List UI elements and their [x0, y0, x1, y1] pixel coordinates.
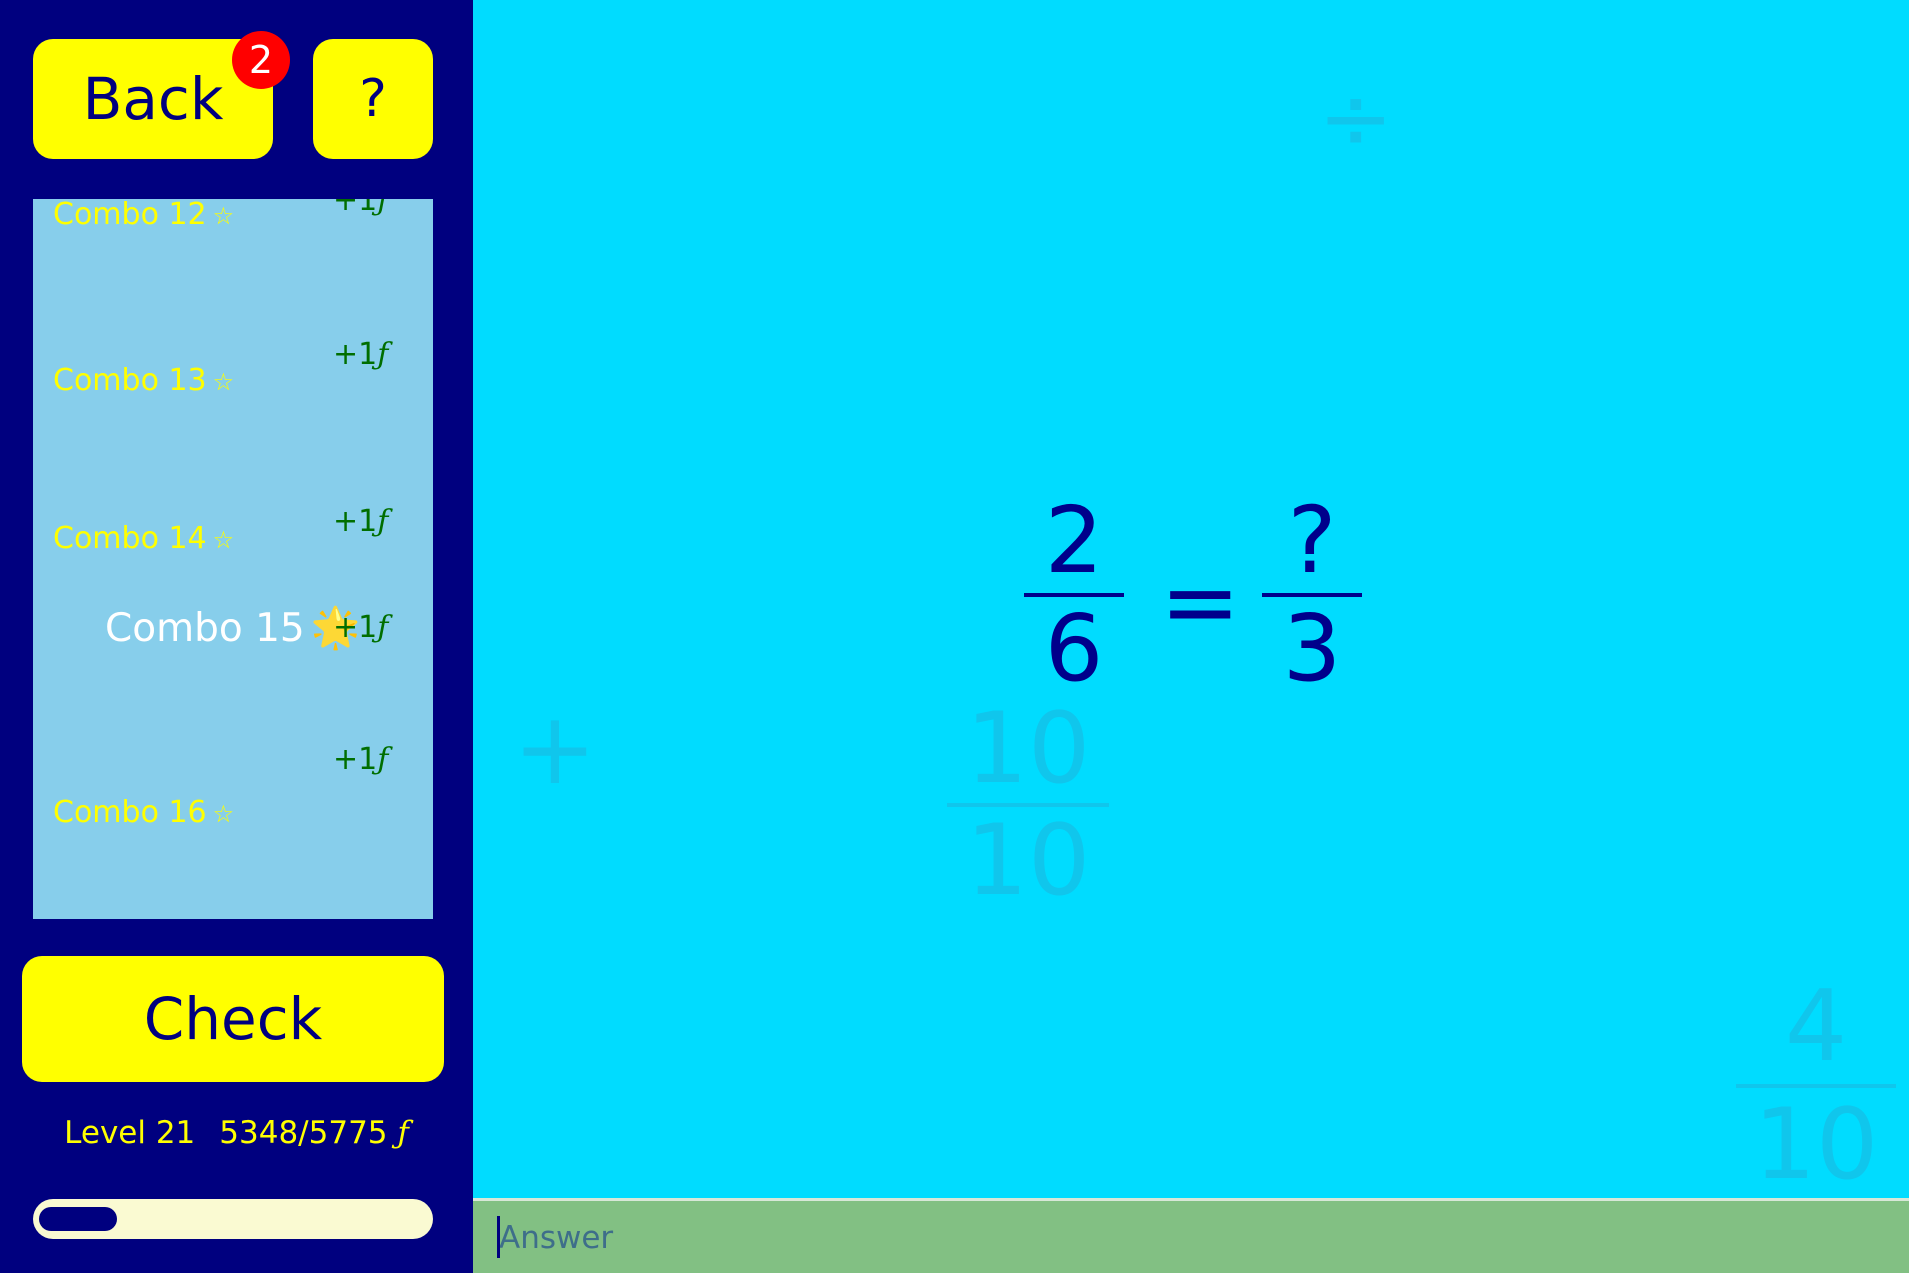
combo-reward: +1ƒ — [333, 504, 389, 539]
combo-label: Combo 13 — [53, 363, 207, 398]
right-fraction: ? 3 — [1262, 495, 1362, 695]
notification-badge: 2 — [232, 31, 290, 89]
combo-log-item-current: Combo 15 🌟 — [105, 604, 361, 651]
combo-label: Combo 15 — [105, 606, 305, 651]
left-denominator: 6 — [1044, 595, 1104, 702]
combo-reward: +1ƒ — [333, 337, 389, 372]
right-numerator: ? — [1287, 487, 1337, 594]
combo-log-item: Combo 14 ☆ — [53, 521, 234, 556]
star-icon: ☆ — [212, 202, 235, 230]
florin-icon: ƒ — [377, 610, 389, 645]
play-area: ÷ + 10 10 4 10 2 6 = ? 3 — [473, 0, 1909, 1200]
xp-progress-text: 5348/5775 ƒ — [219, 1115, 409, 1151]
combo-log: Combo 12 ☆ +1ƒ Combo 13 ☆ +1ƒ Combo 14 ☆ +1… — [33, 199, 433, 919]
combo-label: Combo 14 — [53, 521, 207, 556]
star-icon: ☆ — [212, 526, 235, 554]
check-button[interactable]: Check — [22, 956, 444, 1082]
xp-progress-fill — [39, 1207, 117, 1231]
florin-icon: ƒ — [397, 1115, 409, 1151]
left-fraction: 2 6 — [1024, 495, 1124, 695]
answer-input[interactable] — [495, 1213, 1879, 1263]
equals-sign: = — [1160, 546, 1241, 658]
florin-icon: ƒ — [377, 199, 389, 218]
combo-reward: +1ƒ — [333, 610, 389, 645]
combo-log-item: Combo 13 ☆ — [53, 363, 234, 398]
combo-log-item: Combo 12 ☆ — [53, 199, 234, 232]
divide-icon: ÷ — [1318, 66, 1394, 171]
right-denominator: 3 — [1282, 595, 1342, 702]
level-label: Level 21 — [64, 1115, 196, 1151]
plus-icon: + — [513, 690, 597, 807]
answer-bar — [473, 1198, 1909, 1273]
combo-log-item: Combo 16 ☆ — [53, 795, 234, 830]
text-caret — [497, 1216, 500, 1258]
help-button[interactable]: ? — [313, 39, 433, 159]
florin-icon: ƒ — [377, 742, 389, 777]
background-fraction: 4 10 — [1736, 978, 1896, 1194]
combo-reward: +1ƒ — [333, 742, 389, 777]
star-icon: ☆ — [212, 368, 235, 396]
left-numerator: 2 — [1044, 487, 1104, 594]
sidebar: Back 2 ? Combo 12 ☆ +1ƒ Combo 13 ☆ +1ƒ Com… — [0, 0, 473, 1273]
combo-label: Combo 12 — [53, 199, 207, 232]
florin-icon: ƒ — [377, 504, 389, 539]
combo-label: Combo 16 — [53, 795, 207, 830]
star-icon: ☆ — [212, 800, 235, 828]
florin-icon: ƒ — [377, 337, 389, 372]
xp-progress-bar — [33, 1199, 433, 1239]
level-status: Level 21 5348/5775 ƒ — [0, 1115, 473, 1151]
background-fraction: 10 10 — [947, 700, 1109, 910]
combo-reward: +1ƒ — [333, 199, 388, 218]
